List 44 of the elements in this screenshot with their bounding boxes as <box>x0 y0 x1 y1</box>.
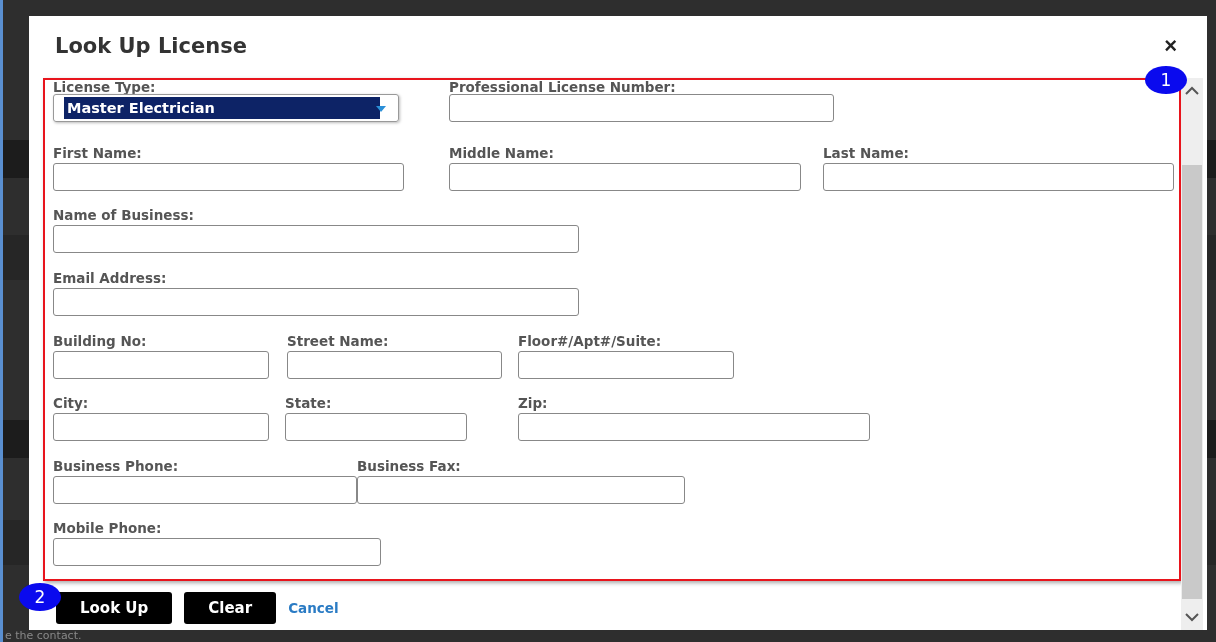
text-field[interactable] <box>449 94 834 122</box>
text-field[interactable] <box>53 162 404 191</box>
field-label: License Type: <box>53 80 157 94</box>
scrollbar[interactable] <box>1181 78 1203 630</box>
text-field[interactable] <box>357 475 685 504</box>
field-label: Last Name: <box>823 143 910 163</box>
background-text: e the contact. <box>5 630 82 642</box>
field-label: Mobile Phone: <box>53 519 163 539</box>
close-button[interactable]: × <box>1160 33 1181 59</box>
field-label: State: <box>285 394 333 414</box>
field-label: Building No: <box>53 331 148 351</box>
caret-icon <box>376 106 386 112</box>
text-field[interactable] <box>53 350 269 379</box>
license-type-dropdown[interactable]: Master Electrician <box>53 94 399 122</box>
scroll-down-icon[interactable] <box>1185 613 1199 622</box>
field-label: Name of Business: <box>53 206 195 226</box>
text-field[interactable] <box>287 350 502 379</box>
field-label: Business Fax: <box>357 456 462 476</box>
text-field[interactable] <box>53 287 579 316</box>
field-label: Professional License Number: <box>449 80 677 94</box>
text-field[interactable] <box>53 413 269 442</box>
field-label: Street Name: <box>287 331 390 351</box>
text-field[interactable] <box>285 413 467 442</box>
cancel-link[interactable]: Cancel <box>288 600 339 616</box>
field-label: Email Address: <box>53 268 168 288</box>
clear-button[interactable]: Clear <box>184 592 277 624</box>
text-field[interactable] <box>823 162 1174 191</box>
field-label: Middle Name: <box>449 143 555 163</box>
text-field[interactable] <box>53 475 357 504</box>
text-field[interactable] <box>449 162 801 191</box>
field-label: First Name: <box>53 143 143 163</box>
scroll-up-icon[interactable] <box>1185 86 1199 95</box>
callout-badge: 2 <box>19 583 61 611</box>
text-field[interactable] <box>53 538 381 567</box>
callout-badge: 1 <box>1145 66 1187 94</box>
text-field[interactable] <box>53 225 579 254</box>
text-field[interactable] <box>518 413 870 442</box>
field-label: City: <box>53 394 90 414</box>
field-label: Business Phone: <box>53 456 180 476</box>
text-field[interactable] <box>518 350 734 379</box>
look-up-button[interactable]: Look Up <box>56 592 173 624</box>
field-label: Floor#/Apt#/Suite: <box>518 331 663 351</box>
field-label: Zip: <box>518 394 549 414</box>
dialog-title: Look Up License <box>55 34 247 58</box>
